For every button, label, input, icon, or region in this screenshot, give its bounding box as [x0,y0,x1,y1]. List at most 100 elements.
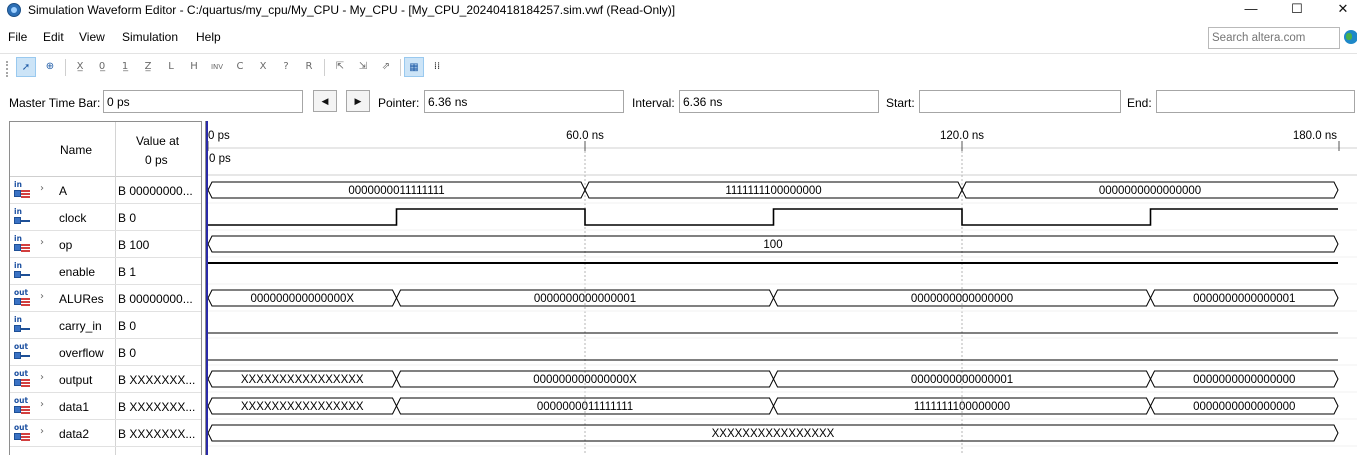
previous-transition-button[interactable]: ◀ [313,90,337,112]
title-bar: Simulation Waveform Editor - C:/quartus/… [0,0,1357,20]
start-field[interactable] [919,90,1121,113]
name-column-header[interactable]: Name [60,143,92,157]
bus-value-label: 0000000000000001 [911,374,1013,386]
uninitialized-x-tool-icon[interactable]: X [253,57,273,77]
end-label: End: [1127,96,1152,110]
forcing-high-tool-icon[interactable]: 1̲ [115,57,135,77]
cursor-time-label: 0 ps [209,153,231,165]
bus-value-label: 000000000000000X [533,374,637,386]
bus-value-label: XXXXXXXXXXXXXXXX [712,428,835,440]
signal-row-op[interactable]: in › op B 100 [10,231,201,258]
input-pin-icon: in [12,316,32,334]
signal-row-clock[interactable]: in clock B 0 [10,204,201,231]
clock-tool-icon[interactable]: C [230,57,250,77]
close-button[interactable]: ✕ [1321,0,1357,20]
expand-chevron-icon[interactable]: › [40,291,44,302]
weak-high-tool-icon[interactable]: H [184,57,204,77]
signal-value: B 0 [118,319,137,333]
signal-value: B 1 [118,265,137,279]
signal-row-overflow[interactable]: out overflow B 0 [10,339,201,366]
signal-row-alures[interactable]: out › ALURes B 00000000... [10,285,201,312]
uninitialized-tool-icon[interactable]: X̲ [70,57,90,77]
output-bus-pin-icon: out [12,370,32,388]
input-bus-pin-icon: in [12,235,32,253]
signal-name: overflow [59,346,104,360]
high-impedance-tool-icon[interactable]: Z̲ [138,57,158,77]
bit-waveform [208,208,1338,226]
pointer-tool-icon[interactable]: ➚ [16,57,36,77]
interval-field[interactable]: 6.36 ns [679,90,879,113]
app-icon [7,3,21,17]
random-value-tool-icon[interactable]: ? [276,57,296,77]
snap-tool-icon[interactable]: ⇱ [330,57,350,77]
signal-name: data1 [59,400,90,414]
output-bus-pin-icon: out [12,397,32,415]
input-pin-icon: in [12,208,32,226]
signal-row-a[interactable]: in › A B 00000000... [10,177,201,204]
bus-value-label: XXXXXXXXXXXXXXXX [241,374,364,386]
signal-row-data2[interactable]: out › data2 B XXXXXXX... [10,420,201,447]
bus-value-label: 0000000000000000 [911,293,1013,305]
signal-name: carry_in [59,319,102,333]
menu-edit[interactable]: Edit [43,30,64,44]
toolbar-grip-icon[interactable] [6,61,10,77]
ruler-label: 120.0 ns [940,130,984,142]
signal-value: B XXXXXXX... [118,400,196,414]
toolbar-separator [324,59,325,76]
output-bus-pin-icon: out [12,424,32,442]
zoom-tool-icon[interactable]: ⊕ [40,57,60,77]
menu-simulation[interactable]: Simulation [122,30,178,44]
next-transition-button[interactable]: ▶ [346,90,370,112]
replace-tool-icon[interactable]: ⇗ [376,57,396,77]
master-time-bar-field[interactable]: 0 ps [103,90,303,113]
signal-value: B 0 [118,211,137,225]
signal-row-data1[interactable]: out › data1 B XXXXXXX... [10,393,201,420]
signal-row-carry_in[interactable]: in carry_in B 0 [10,312,201,339]
signal-row-enable[interactable]: in enable B 1 [10,258,201,285]
grid-tool-icon[interactable]: ▦ [404,57,424,77]
signal-name: enable [59,265,96,279]
menu-view[interactable]: View [79,30,105,44]
expand-chevron-icon[interactable]: › [40,399,44,410]
output-bus-pin-icon: out [12,289,32,307]
signal-value: B 00000000... [118,292,193,306]
find-tool-icon[interactable]: ⇲ [353,57,373,77]
bus-value-label: 0000000000000000 [1193,374,1295,386]
pointer-field[interactable]: 6.36 ns [424,90,624,113]
signal-value: B 0 [118,346,137,360]
ruler-label: 0 ps [208,130,230,142]
bus-value-label: 0000000000000001 [534,293,636,305]
interval-label: Interval: [632,96,675,110]
waveform-panel[interactable]: 0 ps 60.0 ns 120.0 ns 180.0 ns 0 ps 000000001… [205,121,1357,455]
signal-row-output[interactable]: out › output B XXXXXXX... [10,366,201,393]
expand-chevron-icon[interactable]: › [40,237,44,248]
maximize-button[interactable]: ☐ [1275,0,1319,20]
waveform-canvas[interactable]: 0 ps 60.0 ns 120.0 ns 180.0 ns 0 ps 000000001… [206,121,1357,455]
forcing-low-tool-icon[interactable]: 0̲ [92,57,112,77]
arbitrary-value-tool-icon[interactable]: R [299,57,319,77]
snap-to-grid-icon[interactable]: ⁞⁞ [427,57,447,77]
bus-value-label: 0000000011111111 [348,185,444,197]
end-field[interactable] [1156,90,1355,113]
globe-icon[interactable] [1344,30,1357,44]
window-title: Simulation Waveform Editor - C:/quartus/… [28,3,676,17]
toolbar: ➚ ⊕ X̲ 0̲ 1̲ Z̲ L H INV C X ? R ⇱ ⇲ ⇗ ▦ … [0,53,1357,81]
bus-value-label: 0000000000000000 [1193,401,1295,413]
time-bar: Master Time Bar: 0 ps ◀ ▶ Pointer: 6.36 … [0,86,1357,116]
signal-name: A [59,184,68,198]
value-column-header[interactable]: Value at [136,134,179,148]
signal-name: op [59,238,73,252]
weak-low-tool-icon[interactable]: L [161,57,181,77]
expand-chevron-icon[interactable]: › [40,426,44,437]
minimize-button[interactable]: — [1229,0,1273,20]
menu-file[interactable]: File [8,30,27,44]
toolbar-separator [65,59,66,76]
ruler-label: 180.0 ns [1293,130,1337,142]
expand-chevron-icon[interactable]: › [40,372,44,383]
invert-tool-icon[interactable]: INV [207,57,227,77]
menu-help[interactable]: Help [196,30,221,44]
search-input[interactable] [1208,27,1340,49]
signal-name: clock [59,211,87,225]
expand-chevron-icon[interactable]: › [40,183,44,194]
bus-value-label: 000000000000000X [250,293,354,305]
